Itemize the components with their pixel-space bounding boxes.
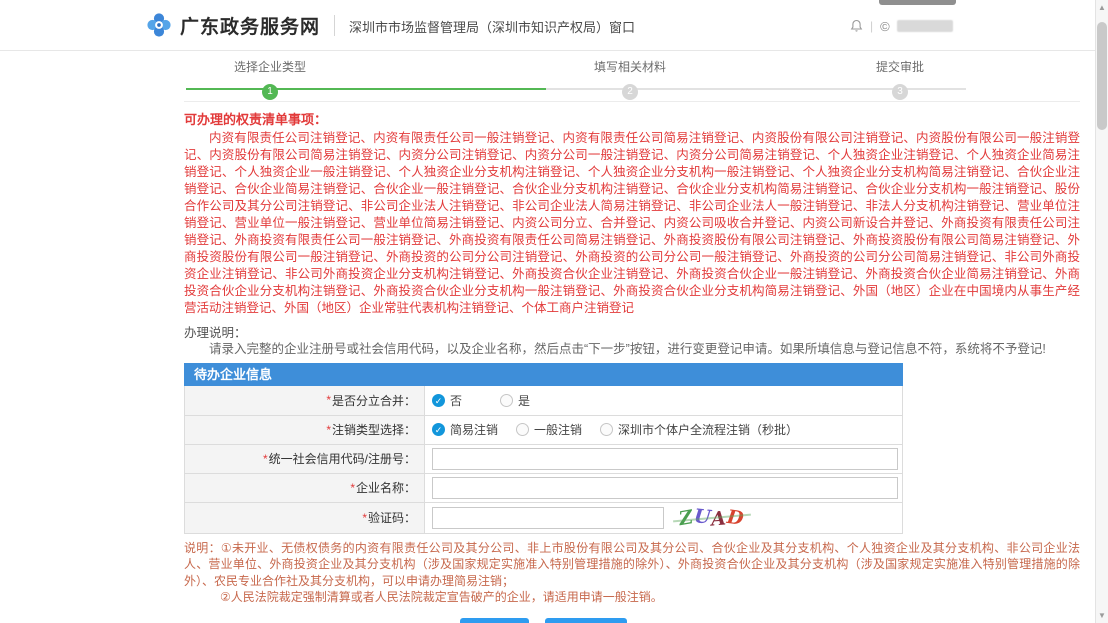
scroll-up-icon[interactable]: ▲ <box>1096 3 1108 12</box>
enterprise-form: * 是否分立合并： ✓ 否 是 * 注销类型选择： <box>184 386 903 534</box>
next-step-button[interactable]: 下一步 <box>460 618 529 623</box>
announcement-detail-button[interactable]: 公告详情 <box>545 618 627 623</box>
step-1-dot: 1 <box>262 84 278 100</box>
brand-name: 广东政务服务网 <box>180 12 320 39</box>
radio-split-no[interactable]: ✓ 否 <box>432 392 462 409</box>
contact-icon[interactable]: © <box>880 20 890 33</box>
required-mark: * <box>326 393 331 407</box>
main-content: 选择企业类型 1 填写相关材料 2 提交审批 3 可办理的权责清单事项： 内资有… <box>184 51 1080 623</box>
top-overlay-bar <box>879 0 956 5</box>
scrollbar[interactable]: ▲ ▼ <box>1095 0 1108 623</box>
step-fill-materials: 填写相关材料 2 <box>550 58 710 100</box>
field-label: 企业名称： <box>356 479 416 496</box>
radio-unchecked-icon <box>516 423 529 436</box>
required-mark: * <box>263 452 268 466</box>
step-indicator: 选择企业类型 1 填写相关材料 2 提交审批 3 <box>184 51 1080 102</box>
row-captcha: * 验证码： ZUAD <box>185 502 902 533</box>
radio-unchecked-icon <box>600 423 613 436</box>
radio-checked-icon: ✓ <box>432 423 445 436</box>
pending-enterprise-panel: 待办企业信息 * 是否分立合并： ✓ 否 是 <box>184 363 903 534</box>
captcha-input[interactable] <box>432 507 664 529</box>
notice-items-text: 内资有限责任公司注销登记、内资有限责任公司一般注销登记、内资有限责任公司简易注销… <box>184 130 1080 317</box>
field-label: 统一社会信用代码/注册号： <box>269 450 416 467</box>
credit-code-input[interactable] <box>432 448 898 470</box>
step-2-dot: 2 <box>622 84 638 100</box>
gov-flower-logo-icon <box>146 12 172 38</box>
row-deregistration-type: * 注销类型选择： ✓ 简易注销 一般注销 深圳市个体户全流程注销（秒批） <box>185 415 902 444</box>
radio-simple-dereg[interactable]: ✓ 简易注销 <box>432 421 498 438</box>
note-1: 说明：①未开业、无债权债务的内资有限责任公司及其分公司、非上市股份有限公司及其分… <box>184 540 1080 590</box>
step-select-enterprise-type: 选择企业类型 1 <box>190 58 350 100</box>
radio-checked-icon: ✓ <box>432 394 445 407</box>
required-mark: * <box>362 511 367 525</box>
row-enterprise-name: * 企业名称： <box>185 473 902 502</box>
enterprise-name-input[interactable] <box>432 477 898 499</box>
required-mark: * <box>326 423 331 437</box>
required-mark: * <box>350 481 355 495</box>
process-text: 请录入完整的企业注册号或社会信用代码，以及企业名称，然后点击“下一步”按钮，进行… <box>184 341 1080 358</box>
radio-general-dereg[interactable]: 一般注销 <box>516 421 582 438</box>
header-separator: | <box>870 19 873 33</box>
action-bar: 下一步 公告详情 <box>184 618 903 623</box>
radio-split-yes[interactable]: 是 <box>500 392 530 409</box>
topbar: 广东政务服务网 深圳市市场监督管理局（深圳市知识产权局）窗口 | © <box>0 0 1108 51</box>
department-title: 深圳市市场监督管理局（深圳市知识产权局）窗口 <box>334 15 635 36</box>
bell-icon[interactable] <box>850 19 863 33</box>
notice-heading: 可办理的权责清单事项： <box>184 109 1080 128</box>
process-heading: 办理说明： <box>184 322 1080 341</box>
step-submit-approval: 提交审批 3 <box>820 58 980 100</box>
row-credit-code: * 统一社会信用代码/注册号： <box>185 444 902 473</box>
scrollbar-thumb[interactable] <box>1097 22 1107 130</box>
field-label: 注销类型选择： <box>332 421 416 438</box>
panel-title: 待办企业信息 <box>184 363 903 386</box>
field-label: 是否分立合并： <box>332 392 416 409</box>
step-3-dot: 3 <box>892 84 908 100</box>
masked-phone-number <box>897 20 953 32</box>
scroll-down-icon[interactable]: ▼ <box>1096 611 1108 620</box>
note-2: ②人民法院裁定强制清算或者人民法院裁定宣告破产的企业，请适用申请一般注销。 <box>184 589 1080 606</box>
radio-unchecked-icon <box>500 394 513 407</box>
field-label: 验证码： <box>368 509 416 526</box>
radio-fullprocess-dereg[interactable]: 深圳市个体户全流程注销（秒批） <box>600 421 798 438</box>
captcha-image[interactable]: ZUAD <box>676 506 748 530</box>
row-split-merge: * 是否分立合并： ✓ 否 是 <box>185 386 902 415</box>
